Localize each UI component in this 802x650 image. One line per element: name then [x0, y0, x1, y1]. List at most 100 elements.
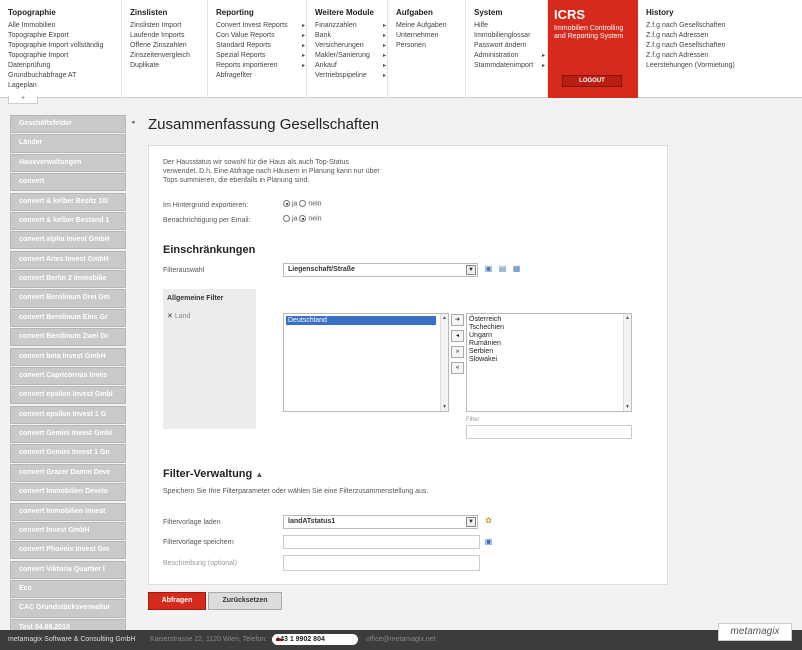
menu-title[interactable]: Zinslisten — [130, 8, 207, 17]
selected-countries-list[interactable]: Deutschland — [283, 313, 449, 412]
sidebar-item[interactable]: Hausverwaltungen — [10, 153, 126, 172]
notify-ja-radio[interactable] — [283, 215, 290, 222]
menu-item[interactable]: Abfrageflter — [216, 71, 306, 81]
sidebar-item[interactable]: convert epsilon Invest 1 G — [10, 405, 126, 424]
export-ja-radio[interactable] — [283, 200, 290, 207]
menu-item[interactable]: Zinslisten Import — [130, 21, 207, 31]
menu-item[interactable]: Unternehmen — [396, 31, 465, 41]
close-icon[interactable]: ✕ — [167, 313, 173, 320]
menu-item[interactable]: Administration ▸ — [474, 51, 545, 61]
list-item[interactable]: Ungarn — [469, 332, 629, 340]
list-item[interactable]: Österreich — [469, 316, 629, 324]
menu-item[interactable]: Bank ▸ — [315, 31, 386, 41]
list-item[interactable]: Rumänien — [469, 340, 629, 348]
menu-item[interactable]: Hilfe — [474, 21, 547, 31]
load-template-icon[interactable]: ✿ — [483, 516, 494, 526]
menu-item[interactable]: Topographie Export — [8, 31, 121, 41]
save-icon[interactable]: ▣ — [483, 537, 494, 547]
menu-item[interactable]: Zinszeitenvergleich — [130, 51, 207, 61]
sidebar-item[interactable]: convert Aries Invest GmbH — [10, 250, 126, 269]
sidebar-item[interactable]: convert Berolinum Drei Gm — [10, 289, 126, 308]
sidebar-item[interactable]: CAC Grundstücksverwaltur — [10, 599, 126, 618]
menu-item[interactable]: Con Value Reports ▸ — [216, 31, 305, 41]
sidebar-item[interactable]: convert Invest GmbH — [10, 521, 126, 541]
reset-button[interactable]: Zurücksetzen — [208, 592, 282, 610]
menu-item[interactable]: Reports importieren ▸ — [216, 61, 305, 71]
sidebar-item[interactable]: convert Phoenix Invest Gm — [10, 541, 126, 560]
move-all-left-button[interactable]: « — [451, 362, 464, 374]
menu-item[interactable]: Z.f.g nach Adressen — [646, 51, 802, 61]
menu-item[interactable]: Leerstehungen (Vormietung) — [646, 61, 802, 71]
land-filter-item[interactable]: ✕ Land — [163, 308, 256, 324]
menu-item[interactable]: Alle Immobilien — [8, 21, 121, 31]
sidebar-item[interactable]: convert beta Invest GmbH — [10, 347, 126, 366]
menu-title[interactable]: Topographie — [8, 8, 121, 17]
remove-filter-icon[interactable]: ▦ — [511, 264, 522, 274]
list-item[interactable]: Serbien — [469, 348, 629, 356]
list-item[interactable]: Deutschland — [286, 316, 436, 325]
menu-item[interactable]: Datenprüfung — [8, 61, 121, 71]
available-countries-list[interactable]: Österreich Tschechien Ungarn Rumänien Se… — [466, 313, 632, 412]
notify-nein-radio[interactable] — [299, 215, 307, 222]
menu-item[interactable]: Offene Zinszahlen — [130, 41, 207, 51]
collapse-up-icon[interactable]: ▲ — [255, 470, 263, 479]
menu-title[interactable]: System — [474, 8, 547, 17]
menu-item[interactable]: Z.f.g nach Adressen — [646, 31, 802, 41]
scrollbar[interactable] — [623, 314, 631, 411]
move-right-button[interactable]: ➜ — [451, 314, 464, 326]
menu-item[interactable]: Finanzzahlen ▸ — [315, 21, 386, 31]
template-load-select[interactable]: landATstatus1 ▼ — [283, 515, 478, 529]
sidebar-item[interactable]: convert Viktoria Quartier I — [10, 560, 126, 579]
sidebar-item[interactable]: convert & kelber Besitz 10/ — [10, 192, 126, 211]
menu-item[interactable]: Meine Aufgaben — [396, 21, 465, 31]
menu-collapse-toggle[interactable]: + — [8, 95, 38, 104]
footer-email[interactable]: office@metamagix.net — [366, 630, 436, 650]
menu-item[interactable]: Ankauf ▸ — [315, 61, 386, 71]
menu-item[interactable]: Stammdatenimport ▸ — [474, 61, 545, 71]
query-button[interactable]: Abfragen — [148, 592, 206, 610]
menu-item[interactable]: Spezial Reports ▸ — [216, 51, 305, 61]
menu-title[interactable]: History — [646, 8, 802, 17]
sidebar-item[interactable]: convert Immobilien Invest — [10, 502, 126, 521]
menu-item[interactable]: Duplikate — [130, 61, 207, 71]
menu-title[interactable]: Aufgaben — [396, 8, 465, 17]
menu-item[interactable]: Laufende Imports — [130, 31, 207, 41]
add-filter-icon[interactable]: ▣ — [483, 264, 494, 274]
sidebar-item[interactable]: convert Berolinum Eins Gr — [10, 308, 126, 327]
sidebar-item[interactable]: Geschäftsfelder — [10, 115, 126, 134]
sidebar-item[interactable]: convert Grazer Damm Deve — [10, 463, 126, 482]
sidebar-item[interactable]: convert Berolinum Zwei Gr — [10, 328, 126, 347]
scrollbar[interactable] — [440, 314, 448, 411]
sidebar-item[interactable]: convert Gemini Invest 1 Gn — [10, 444, 126, 463]
export-nein-radio[interactable] — [299, 200, 307, 207]
menu-item[interactable]: Topographie Import vollständig — [8, 41, 121, 51]
move-all-right-button[interactable]: » — [451, 346, 464, 358]
sidebar-item[interactable]: convert epsilon Invest GmbI — [10, 386, 126, 405]
menu-title[interactable]: Reporting — [216, 8, 306, 17]
template-save-input[interactable] — [283, 535, 480, 549]
menu-item[interactable]: Standard Reports ▸ — [216, 41, 305, 51]
move-left-button[interactable]: ◂ — [451, 330, 464, 342]
description-input[interactable] — [283, 555, 480, 571]
sidebar-item[interactable]: convert Berlin 2 Immobilie — [10, 270, 126, 289]
menu-item[interactable]: Makler/Sanierung ▸ — [315, 51, 386, 61]
logout-button[interactable]: LOGOUT — [562, 75, 622, 87]
sidebar-item[interactable]: convert alpha Invest GmbH — [10, 231, 126, 250]
menu-item[interactable]: Passwort ändern — [474, 41, 547, 51]
sidebar-item[interactable]: convert & kelber Bestand 1 — [10, 211, 126, 231]
country-filter-input[interactable] — [466, 425, 632, 439]
menu-item[interactable]: Z.f.g nach Gesellschaften — [646, 21, 802, 31]
menu-item[interactable]: Topographie Import — [8, 51, 121, 61]
filter-choice-select[interactable]: Liegenschaft/Straße ▼ — [283, 263, 478, 277]
sidebar-toggle-icon[interactable]: ◂ — [131, 118, 135, 126]
sidebar-item[interactable]: convert — [10, 173, 126, 192]
menu-title[interactable]: Weitere Module — [315, 8, 387, 17]
menu-item[interactable]: Vertriebspipeline ▸ — [315, 71, 386, 81]
menu-item[interactable]: Convert Invest Reports ▸ — [216, 21, 305, 31]
sidebar-item[interactable]: convert Gemini Invest GmbI — [10, 425, 126, 444]
list-item[interactable]: Slowakei — [469, 356, 629, 364]
menu-item[interactable]: Immobilienglossar — [474, 31, 547, 41]
menu-item[interactable]: Personen — [396, 41, 465, 51]
sidebar-item[interactable]: convert Immobilien Develo — [10, 483, 126, 502]
edit-filter-icon[interactable]: ▤ — [497, 264, 508, 274]
